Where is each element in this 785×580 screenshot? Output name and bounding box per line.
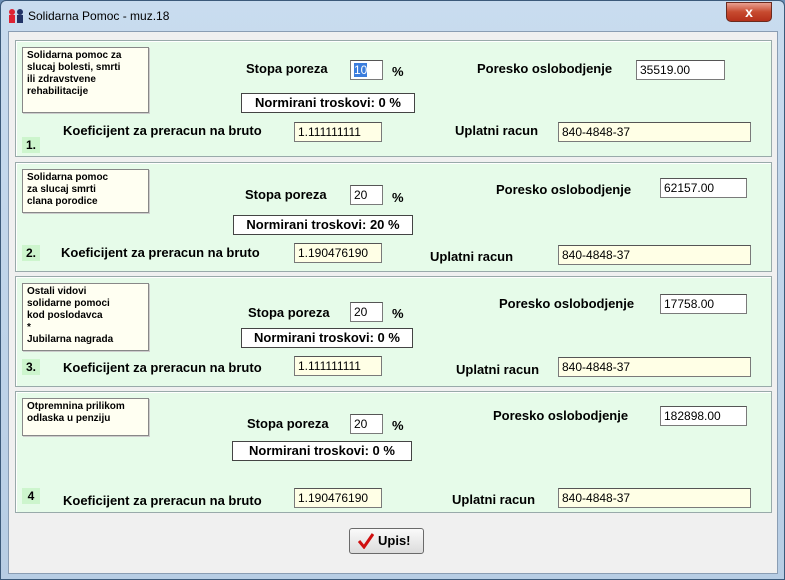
panel-number: 1. [22, 137, 40, 153]
poresko-oslobodjenje-label: Poresko oslobodjenje [499, 296, 635, 311]
panel-number: 2. [22, 245, 40, 261]
title-bar[interactable]: Solidarna Pomoc - muz.18 x [1, 1, 784, 31]
panel-description: Ostali vidovi solidarne pomoci kod poslo… [22, 283, 149, 351]
panel-number: 4 [22, 488, 40, 504]
stopa-poreza-input[interactable]: 20 [350, 185, 383, 205]
panel-1: Solidarna pomoc za slucaj bolesti, smrti… [15, 40, 772, 157]
koeficijent-label: Koeficijent za preracun na bruto [63, 360, 262, 375]
uplatni-racun-label: Uplatni racun [456, 362, 540, 377]
window-title: Solidarna Pomoc - muz.18 [28, 9, 170, 23]
checkmark-icon [358, 533, 374, 549]
stopa-poreza-input[interactable]: 20 [350, 302, 383, 322]
poresko-oslobodjenje-input[interactable]: 182898.00 [660, 406, 747, 426]
koeficijent-label: Koeficijent za preracun na bruto [63, 493, 262, 508]
percent-label: % [392, 64, 404, 79]
uplatni-racun-input[interactable]: 840-4848-37 [558, 488, 751, 508]
normirani-troskovi: Normirani troskovi: 20 % [233, 215, 413, 235]
poresko-oslobodjenje-input[interactable]: 17758.00 [660, 294, 747, 314]
panel-4: Otpremnina prilikom odlaska u penziju St… [15, 391, 772, 513]
normirani-troskovi: Normirani troskovi: 0 % [241, 328, 413, 348]
stopa-poreza-label: Stopa poreza [247, 416, 329, 431]
uplatni-racun-label: Uplatni racun [455, 123, 539, 138]
koeficijent-input[interactable]: 1.190476190 [294, 488, 382, 508]
app-window: Solidarna Pomoc - muz.18 x Solidarna pom… [0, 0, 785, 580]
normirani-troskovi: Normirani troskovi: 0 % [241, 93, 415, 113]
close-button[interactable]: x [726, 2, 772, 22]
panel-2: Solidarna pomoc za slucaj smrti clana po… [15, 162, 772, 272]
uplatni-racun-input[interactable]: 840-4848-37 [558, 245, 751, 265]
koeficijent-label: Koeficijent za preracun na bruto [61, 245, 260, 260]
poresko-oslobodjenje-label: Poresko oslobodjenje [493, 408, 629, 423]
koeficijent-input[interactable]: 1.111111111 [294, 122, 382, 142]
normirani-troskovi: Normirani troskovi: 0 % [232, 441, 412, 461]
stopa-poreza-label: Stopa poreza [245, 187, 327, 202]
stopa-poreza-label: Stopa poreza [248, 305, 330, 320]
koeficijent-input[interactable]: 1.111111111 [294, 356, 382, 376]
people-icon [9, 9, 23, 23]
panel-description: Otpremnina prilikom odlaska u penziju [22, 398, 149, 436]
poresko-oslobodjenje-label: Poresko oslobodjenje [496, 182, 632, 197]
panel-number: 3. [22, 359, 40, 375]
stopa-poreza-input[interactable]: 10 [350, 60, 383, 80]
stopa-poreza-label: Stopa poreza [246, 61, 328, 76]
uplatni-racun-input[interactable]: 840-4848-37 [558, 357, 751, 377]
dialog-body: Solidarna pomoc za slucaj bolesti, smrti… [8, 31, 778, 574]
koeficijent-label: Koeficijent za preracun na bruto [63, 123, 262, 138]
poresko-oslobodjenje-label: Poresko oslobodjenje [477, 61, 613, 76]
stopa-poreza-input[interactable]: 20 [350, 414, 383, 434]
percent-label: % [392, 190, 404, 205]
upis-button-label: Upis! [378, 533, 411, 548]
poresko-oslobodjenje-input[interactable]: 62157.00 [660, 178, 747, 198]
panel-description: Solidarna pomoc za slucaj bolesti, smrti… [22, 47, 149, 113]
panel-description: Solidarna pomoc za slucaj smrti clana po… [22, 169, 149, 213]
koeficijent-input[interactable]: 1.190476190 [294, 243, 382, 263]
upis-button[interactable]: Upis! [349, 528, 424, 554]
percent-label: % [392, 306, 404, 321]
percent-label: % [392, 418, 404, 433]
uplatni-racun-label: Uplatni racun [430, 249, 514, 264]
uplatni-racun-input[interactable]: 840-4848-37 [558, 122, 751, 142]
poresko-oslobodjenje-input[interactable]: 35519.00 [636, 60, 725, 80]
panel-3: Ostali vidovi solidarne pomoci kod poslo… [15, 276, 772, 387]
uplatni-racun-label: Uplatni racun [452, 492, 536, 507]
